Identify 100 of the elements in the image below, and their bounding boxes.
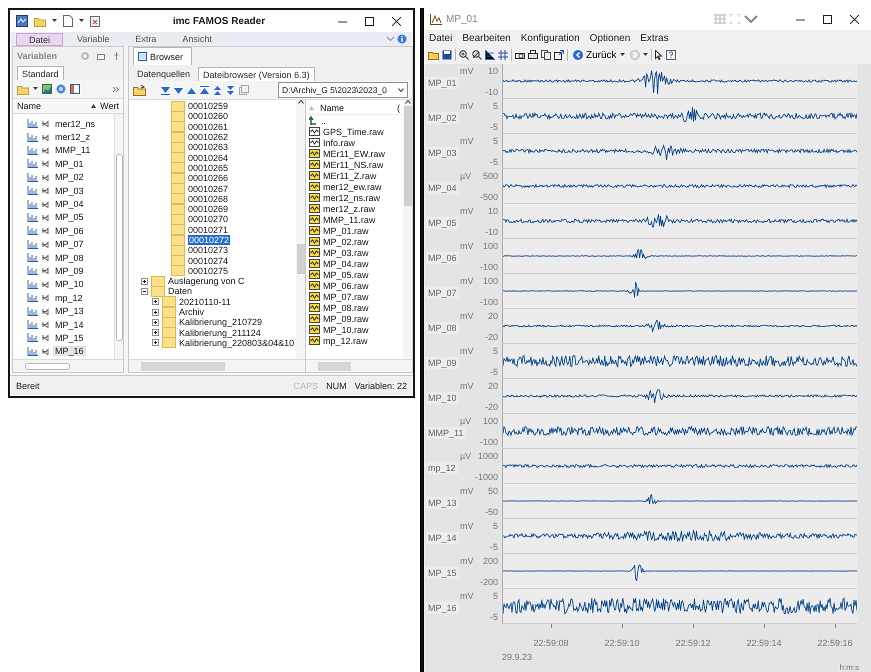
up-icon[interactable] <box>187 86 196 94</box>
scrollbar[interactable] <box>114 114 123 359</box>
file-item[interactable]: GPS_Time.raw <box>323 126 384 136</box>
tree-item[interactable]: 00010267 <box>188 184 228 194</box>
file-item[interactable]: MMP_11.raw <box>323 214 376 224</box>
tab-label[interactable]: Browser <box>150 52 184 62</box>
menu-item[interactable]: Optionen <box>588 32 632 44</box>
ribbon-tab[interactable]: Ansicht <box>170 32 224 46</box>
grid-icon[interactable] <box>498 50 508 60</box>
scroll-thumb[interactable] <box>404 106 412 206</box>
scrollbar[interactable] <box>306 359 412 372</box>
browser-tab[interactable]: Browser <box>133 47 192 65</box>
variable-item[interactable]: MP_09 <box>53 266 86 276</box>
variable-item[interactable]: MP_15 <box>53 332 86 343</box>
close-icon[interactable] <box>850 14 859 24</box>
file-item[interactable]: Info.raw <box>323 138 356 148</box>
first-up-icon[interactable] <box>200 86 209 94</box>
collapse-icon[interactable] <box>141 288 148 295</box>
globe-icon[interactable] <box>56 84 66 94</box>
chevron-icon[interactable] <box>386 36 395 42</box>
scroll-thumb[interactable] <box>296 244 304 274</box>
window-icon[interactable] <box>97 52 106 60</box>
save-icon[interactable] <box>442 50 452 60</box>
scrollbar[interactable] <box>13 359 123 372</box>
file-item[interactable]: MP_09.raw <box>323 314 369 324</box>
browser-subtab[interactable]: Datenquellen <box>133 67 194 81</box>
tree-item[interactable]: Kalibrierung_211124 <box>179 328 261 338</box>
expand-icon[interactable] <box>152 339 159 346</box>
variable-item[interactable]: MP_05 <box>53 212 86 222</box>
back-button[interactable]: Zurück <box>571 50 627 60</box>
variable-item[interactable]: mer12_ns <box>53 118 98 129</box>
file-item[interactable]: .. <box>321 116 326 126</box>
clipboard-icon[interactable] <box>90 15 100 27</box>
expand-icon[interactable] <box>152 308 159 316</box>
tree-item[interactable]: Kalibrierung_210729 <box>179 317 262 328</box>
variable-item[interactable]: MP_14 <box>53 320 86 330</box>
tree-item[interactable]: 00010261 <box>188 122 228 132</box>
file-item[interactable]: MP_04.raw <box>323 258 369 268</box>
tree-item[interactable]: 00010259 <box>188 101 228 112</box>
ribbon-tab[interactable]: Extra <box>123 32 168 46</box>
tree-item[interactable]: 00010266 <box>188 173 228 184</box>
file-item[interactable]: MP_08.raw <box>323 302 369 312</box>
menu-item[interactable]: Konfiguration <box>520 32 581 44</box>
maximize-icon[interactable] <box>823 14 832 24</box>
tree-item[interactable]: 00010265 <box>188 162 228 173</box>
scroll-up-icon[interactable] <box>404 100 410 104</box>
tree-item[interactable]: 00010274 <box>188 256 228 266</box>
tree-item[interactable]: 00010270 <box>188 214 228 224</box>
file-item[interactable]: MEr11_EW.raw <box>323 148 385 158</box>
tree-item[interactable]: 00010273 <box>188 245 228 256</box>
down-icon[interactable] <box>174 86 183 94</box>
axis-icon[interactable] <box>485 50 495 60</box>
path-dropdown[interactable]: D:\Archiv_G 5\2023\2023_0 <box>278 82 408 98</box>
file-item[interactable]: mer12_ns.raw <box>323 192 380 202</box>
variable-item[interactable]: MP_10 <box>53 279 86 290</box>
export-icon[interactable] <box>554 50 564 60</box>
double-down-icon[interactable] <box>226 86 235 94</box>
file-item[interactable]: MP_07.raw <box>323 292 369 302</box>
pin-icon[interactable] <box>114 52 119 60</box>
cursor-icon[interactable] <box>654 50 663 60</box>
close-icon[interactable] <box>392 16 401 26</box>
expand-icon[interactable] <box>152 318 159 326</box>
variable-item[interactable]: MP_06 <box>53 226 86 236</box>
tree-item[interactable]: 00010264 <box>188 152 228 163</box>
scrollbar[interactable] <box>296 100 305 359</box>
zoom-in-icon[interactable] <box>459 50 469 60</box>
expand-icon[interactable] <box>152 329 159 336</box>
file-item[interactable]: MP_05.raw <box>323 270 369 280</box>
ribbon-tab[interactable]: Datei <box>16 32 64 46</box>
scrollbar[interactable] <box>403 100 412 359</box>
file-item[interactable]: mp_12.raw <box>323 336 368 346</box>
tree-item[interactable]: 00010272 <box>188 235 230 245</box>
variable-item[interactable]: MP_01 <box>53 158 86 169</box>
menu-item[interactable]: Bearbeiten <box>461 32 512 44</box>
image-icon[interactable] <box>42 84 52 94</box>
print-icon[interactable] <box>528 50 538 60</box>
tree-item[interactable]: Kalibrierung_220803&04&10 <box>179 338 294 348</box>
column-header[interactable]: ( <box>397 102 400 112</box>
column-header[interactable]: Name <box>17 101 88 111</box>
variable-item[interactable]: MP_02 <box>53 172 86 182</box>
variable-item[interactable]: MP_16 <box>53 346 86 356</box>
tree-item[interactable]: 00010262 <box>188 132 228 142</box>
file-item[interactable]: MP_06.raw <box>323 280 369 290</box>
file-item[interactable]: MP_10.raw <box>323 324 369 334</box>
maximize-icon[interactable] <box>365 16 374 26</box>
tree-item[interactable]: 00010263 <box>188 142 228 152</box>
variable-item[interactable]: mer12_z <box>53 132 92 142</box>
expand-icon[interactable] <box>152 298 159 306</box>
variable-item[interactable]: mp_12 <box>53 292 85 303</box>
column-header[interactable]: Wert <box>100 101 119 111</box>
new-file-icon[interactable] <box>63 15 73 27</box>
open-folder-icon[interactable] <box>133 84 147 96</box>
help-icon[interactable] <box>666 50 676 60</box>
double-up-icon[interactable] <box>213 86 222 94</box>
file-item[interactable]: MP_02.raw <box>323 236 369 246</box>
tree-item[interactable]: Auslagerung von C <box>168 276 245 286</box>
zoom-out-icon[interactable] <box>472 50 482 60</box>
panel-icon[interactable] <box>70 84 80 94</box>
file-item[interactable]: mer12_z.raw <box>323 204 376 214</box>
expand-icon[interactable] <box>141 278 148 285</box>
